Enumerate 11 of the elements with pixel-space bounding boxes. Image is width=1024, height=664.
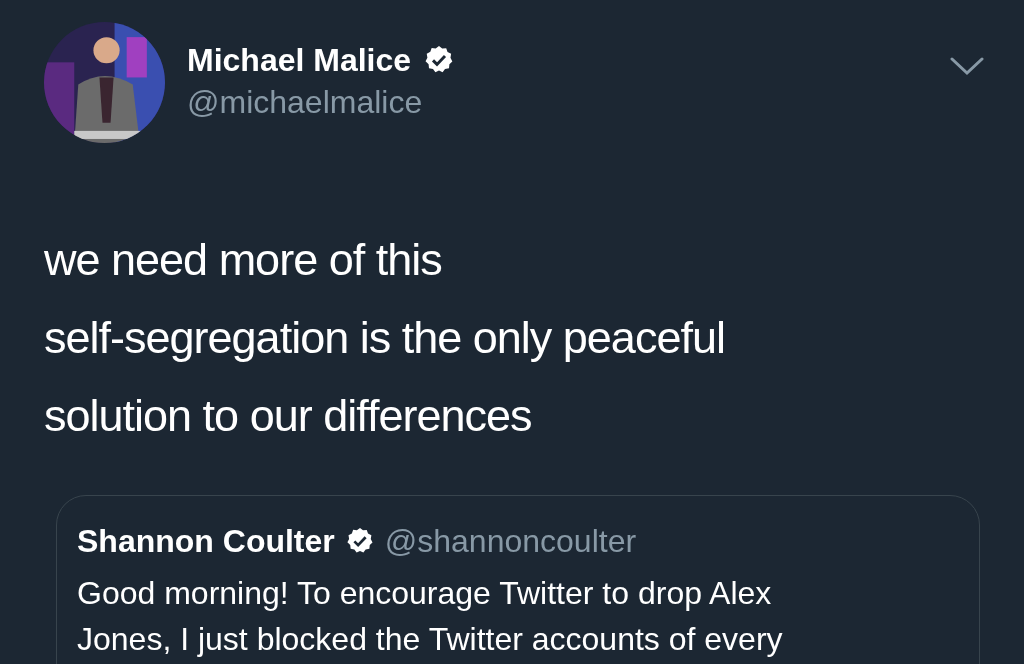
quoted-author-handle: @shannoncoulter	[384, 522, 637, 560]
quoted-text-line: Good morning! To encourage Twitter to drop Alex	[77, 574, 773, 613]
tweet-text-line: solution to our differences	[44, 389, 533, 443]
quoted-author-name: Shannon Coulter	[77, 522, 335, 561]
quoted-text-line: Jones, I just blocked the Twitter accounts of every	[77, 620, 784, 659]
tweet-text-line: self-segregation is the only peaceful	[44, 311, 726, 365]
tweet-text-line: we need more of this	[44, 233, 443, 287]
author-name: Michael Malice	[187, 41, 412, 80]
quoted-tweet-card[interactable]: Shannon Coulter @shannoncoulter Good morning! To encourage Twitter to drop Alex Jones, I just blocked the Twitter accounts of every	[56, 495, 980, 664]
chevron-down-icon[interactable]	[950, 56, 984, 76]
author-handle: @michaelmalice	[187, 83, 424, 122]
